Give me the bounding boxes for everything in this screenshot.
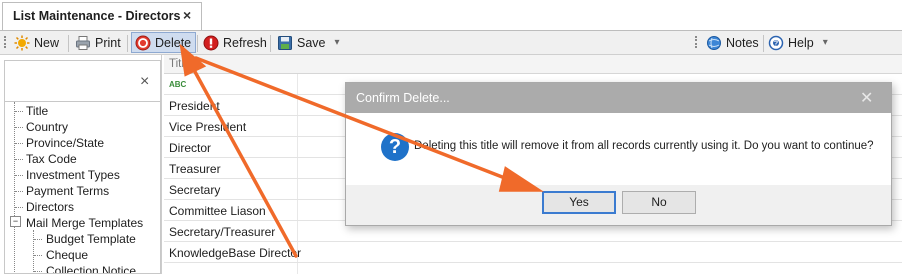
tree-collapse-icon[interactable]: − [10,216,21,227]
toolbar-separator [763,35,764,52]
help-dropdown-chevron-icon[interactable]: ▾ [823,37,828,48]
help-button[interactable]: ? Help ▾ [768,32,828,53]
toolbar-separator [197,35,198,52]
printer-icon [75,35,91,51]
svg-text:?: ? [774,40,778,47]
tab-list-maintenance-directors[interactable]: List Maintenance - Directors × [2,2,202,30]
save-button[interactable]: Save ▾ [277,32,340,53]
tree-line [34,239,42,240]
help-lifebuoy-icon: ? [768,35,784,51]
grid-column-header[interactable]: Title [164,55,902,74]
tree-line [15,191,23,192]
table-cell: Committee Liason [169,204,266,218]
tree-item-budget-template[interactable]: Budget Template [46,232,136,246]
new-button[interactable]: New [14,32,59,53]
refresh-stop-icon [203,35,219,51]
delete-button[interactable]: Delete [131,32,197,53]
document-tab-strip: List Maintenance - Directors × [0,0,902,30]
tree-line [34,255,42,256]
filter-abc-icon: ABC [169,80,187,89]
tree-line [15,175,23,176]
print-button-label: Print [95,35,121,50]
save-button-label: Save [297,35,326,50]
tree-item-mail-merge-templates[interactable]: Mail Merge Templates [26,216,143,230]
print-button[interactable]: Print [75,32,121,53]
toolbar-grip-right[interactable] [695,36,699,48]
delete-button-label: Delete [155,35,192,50]
tree-item-tax-code[interactable]: Tax Code [26,152,77,166]
table-cell: Secretary [169,183,221,197]
tree-line [15,207,23,208]
tree-item-directors[interactable]: Directors [26,200,74,214]
table-cell: KnowledgeBase Director [169,246,302,260]
dialog-close-icon[interactable]: ✕ [860,88,873,108]
tree-line [33,230,34,273]
delete-icon [135,35,151,51]
panel-close-icon[interactable]: × [140,73,149,91]
table-cell: Secretary/Treasurer [169,225,276,239]
help-button-label: Help [788,35,814,50]
toolbar-separator [68,35,69,52]
tree-item-payment-terms[interactable]: Payment Terms [26,184,109,198]
question-icon: ? [381,133,409,161]
dialog-body: ? Deleting this title will remove it fro… [346,113,891,185]
notes-button[interactable]: Notes [706,32,759,53]
new-sun-icon [14,35,30,51]
tree-line [15,143,23,144]
tree-line [15,127,23,128]
refresh-button[interactable]: Refresh [203,32,267,53]
yes-button[interactable]: Yes [542,191,616,214]
toolbar-separator [270,35,271,52]
left-navigation-panel: × Title Country Province/State Tax Code … [0,55,162,274]
table-cell: Treasurer [169,162,221,176]
tree-line [15,159,23,160]
no-button[interactable]: No [622,191,696,214]
toolbar-grip[interactable] [4,36,8,48]
refresh-button-label: Refresh [223,35,267,50]
dialog-titlebar[interactable]: Confirm Delete... ✕ [346,83,891,113]
table-row[interactable]: KnowledgeBase Director [164,242,902,263]
tree-item-title[interactable]: Title [26,104,48,118]
tree-item-investment-types[interactable]: Investment Types [26,168,120,182]
save-dropdown-chevron-icon[interactable]: ▾ [335,37,340,48]
table-cell: Vice President [169,120,247,134]
table-cell: President [169,99,220,113]
tree-item-province-state[interactable]: Province/State [26,136,104,150]
tab-close-icon[interactable]: × [183,7,191,23]
list-tree: Title Country Province/State Tax Code In… [4,102,161,274]
tab-title: List Maintenance - Directors [13,9,181,23]
tree-item-cheque[interactable]: Cheque [46,248,88,262]
confirm-delete-dialog: Confirm Delete... ✕ ? Deleting this titl… [345,82,892,226]
tree-line [15,111,23,112]
toolbar: New Print Delete Refresh Save ▾ Notes ? … [0,30,902,55]
table-cell: Director [169,141,212,155]
notes-button-label: Notes [726,35,759,50]
dialog-title: Confirm Delete... [356,91,450,105]
tree-item-country[interactable]: Country [26,120,68,134]
new-button-label: New [34,35,60,50]
tree-item-collection-notice[interactable]: Collection Notice [46,264,136,273]
column-header-title: Title [169,58,191,70]
notes-globe-icon [706,35,722,51]
tree-line [34,271,42,272]
toolbar-separator [127,35,128,52]
dialog-message: Deleting this title will remove it from … [414,140,874,152]
save-disk-icon [277,35,293,51]
panel-header: × [4,60,161,102]
